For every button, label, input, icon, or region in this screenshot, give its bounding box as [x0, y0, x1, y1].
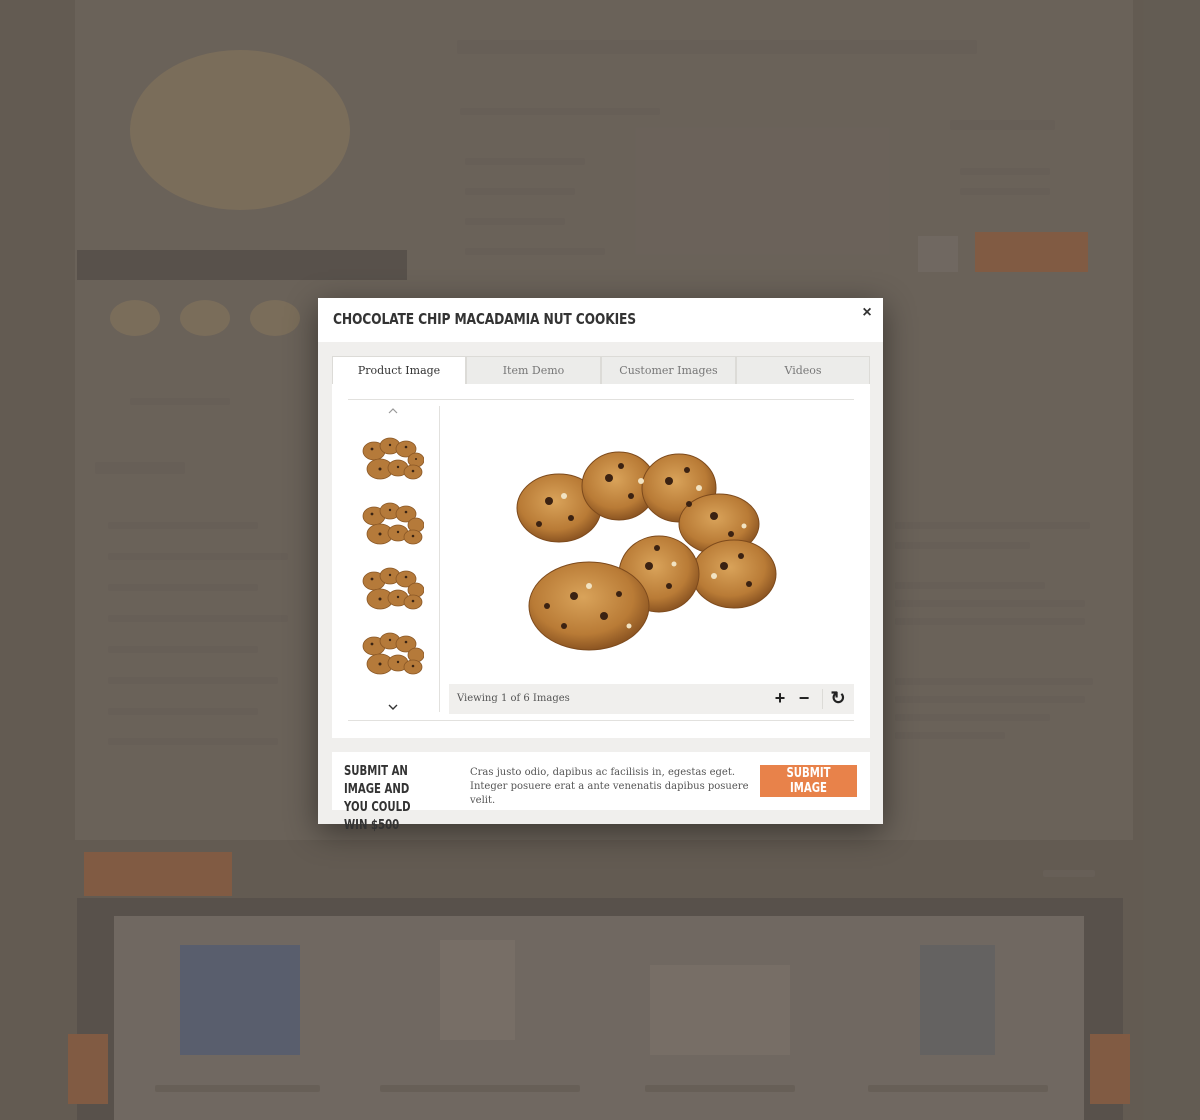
zoom-in-icon[interactable]: + — [770, 688, 790, 708]
submit-image-promo: SUBMIT AN IMAGE AND YOU COULD WIN $500 C… — [332, 752, 870, 833]
divider — [822, 689, 823, 709]
tab-customer-images[interactable]: Customer Images — [601, 356, 736, 384]
image-gallery-modal: CHOCOLATE CHIP MACADAMIA NUT COOKIES × P… — [318, 298, 883, 833]
tab-videos[interactable]: Videos — [736, 356, 870, 384]
tab-bar: Product Image Item Demo Customer Images … — [332, 356, 870, 384]
divider — [348, 399, 854, 400]
modal-content: Product Image Item Demo Customer Images … — [332, 356, 870, 738]
close-icon[interactable]: × — [859, 305, 875, 321]
chevron-up-icon[interactable] — [385, 404, 401, 416]
thumbnail-strip — [348, 406, 440, 712]
viewer-status-bar: Viewing 1 of 6 Images + − ↻ — [449, 684, 854, 714]
image-count-text: Viewing 1 of 6 Images — [457, 693, 570, 704]
thumbnail-4[interactable] — [360, 629, 425, 681]
thumbnail-1[interactable] — [360, 434, 425, 486]
chevron-down-icon[interactable] — [385, 700, 401, 712]
main-product-image — [509, 426, 799, 656]
modal-header: CHOCOLATE CHIP MACADAMIA NUT COOKIES × — [318, 298, 883, 342]
modal-title: CHOCOLATE CHIP MACADAMIA NUT COOKIES — [333, 310, 636, 328]
thumbnail-2[interactable] — [360, 499, 425, 551]
submit-headline: SUBMIT AN IMAGE AND YOU COULD WIN $500 — [344, 764, 411, 833]
zoom-out-icon[interactable]: − — [794, 688, 814, 708]
tab-panel-product-image: Viewing 1 of 6 Images + − ↻ — [332, 384, 870, 738]
reset-rotate-icon[interactable]: ↻ — [828, 688, 848, 708]
submit-image-button-label: SUBMIT IMAGE — [786, 766, 831, 796]
divider — [348, 720, 854, 721]
main-image-viewer: Viewing 1 of 6 Images + − ↻ — [449, 406, 854, 714]
thumbnail-3[interactable] — [360, 564, 425, 616]
tab-item-demo[interactable]: Item Demo — [466, 356, 601, 384]
tab-product-image[interactable]: Product Image — [332, 356, 466, 384]
submit-description: Cras justo odio, dapibus ac facilisis in… — [470, 767, 749, 806]
submit-image-button[interactable]: SUBMIT IMAGE — [760, 765, 857, 797]
